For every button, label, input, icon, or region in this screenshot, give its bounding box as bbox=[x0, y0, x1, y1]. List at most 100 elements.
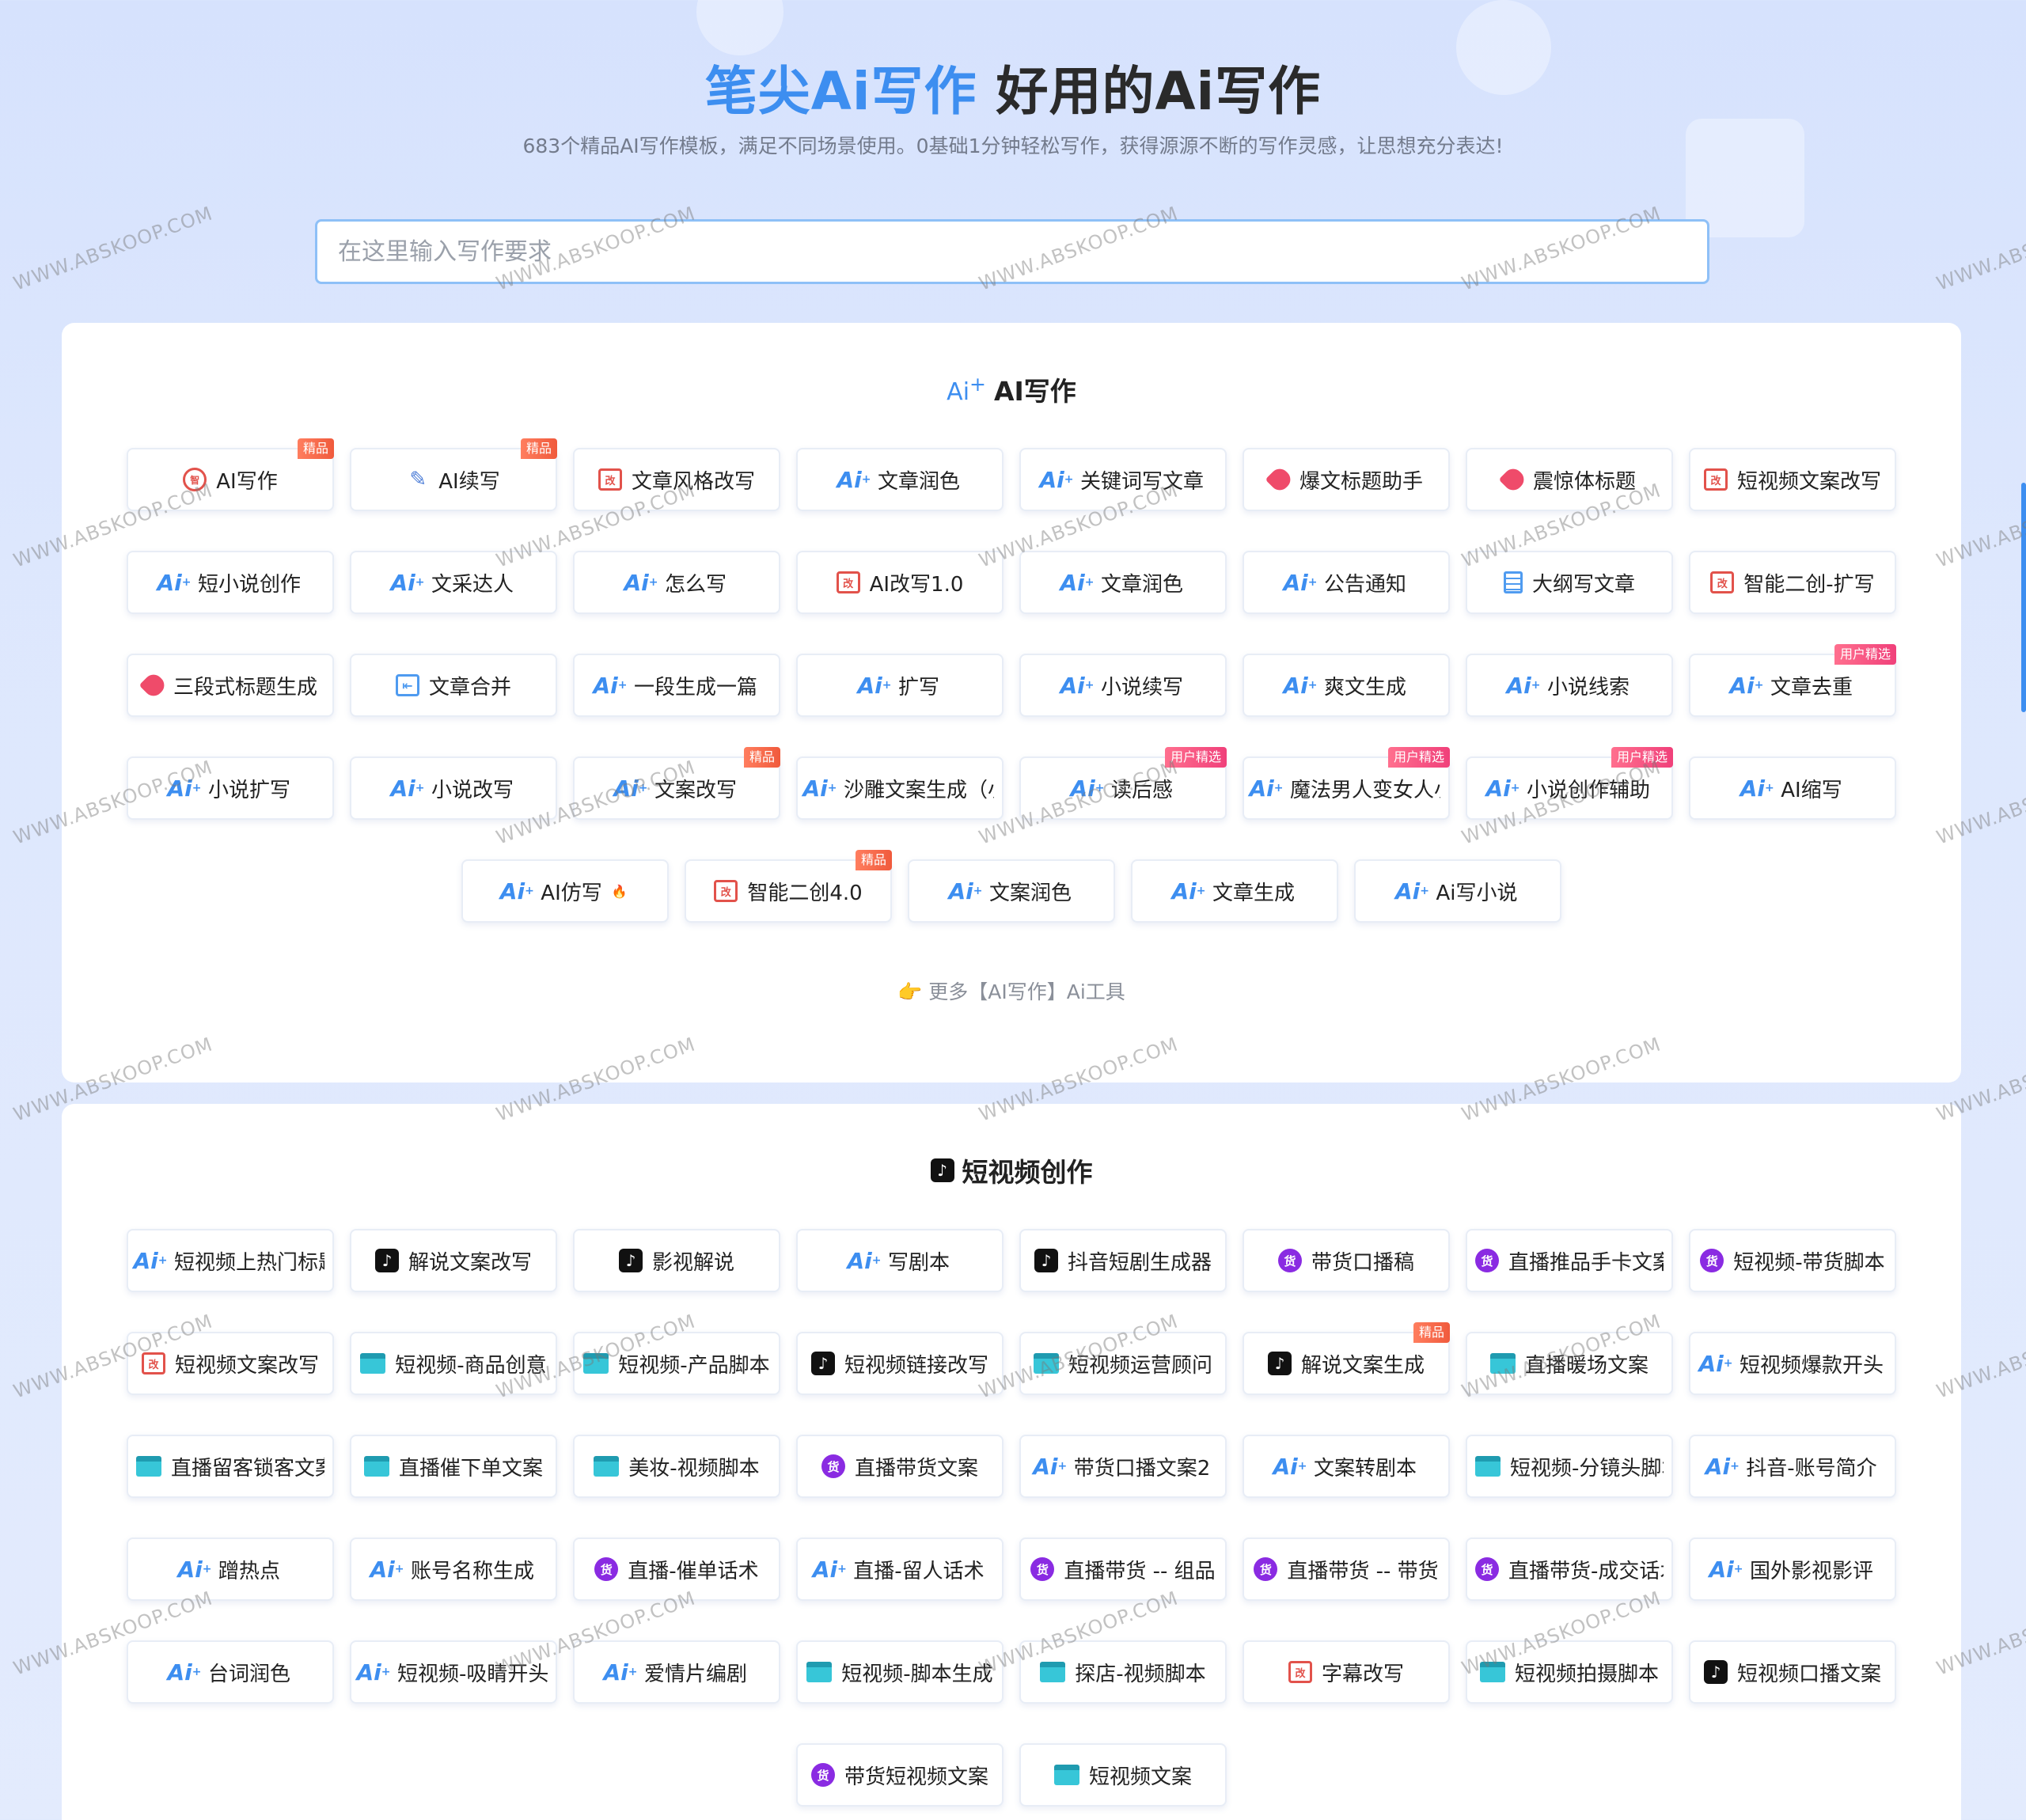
tool-card[interactable]: Ai + 文章去重 用户精选 bbox=[1689, 644, 1896, 717]
tool-card[interactable]: Ai + 文章润色 bbox=[1019, 551, 1227, 614]
ai-icon: Ai+ bbox=[847, 1247, 882, 1274]
tool-label: 带货口播稿 bbox=[1311, 1250, 1414, 1275]
tool-card[interactable]: ♪ 解说文案改写 bbox=[350, 1229, 557, 1292]
tool-card[interactable]: Ai + 怎么写 bbox=[573, 551, 780, 614]
tool-card[interactable]: 短视频拍摄脚本 bbox=[1466, 1640, 1673, 1704]
tool-card[interactable]: 改 AI改写1.0 bbox=[796, 551, 1004, 614]
tool-card[interactable]: ⇤ 文章合并 bbox=[350, 654, 557, 717]
tool-card[interactable]: ✎ AI续写 精品 bbox=[350, 438, 557, 511]
tool-card[interactable]: 短视频-分镜头脚本 bbox=[1466, 1435, 1673, 1498]
tool-card[interactable]: 货带货短视频文案 bbox=[796, 1743, 1004, 1807]
tool-card[interactable]: 直播留客锁客文案 bbox=[127, 1435, 334, 1498]
tool-card[interactable]: Ai + 短视频-吸睛开头 bbox=[350, 1640, 557, 1704]
tool-card[interactable]: Ai + 文案转剧本 bbox=[1243, 1435, 1450, 1498]
tool-card[interactable]: Ai + 带货口播文案2 bbox=[1019, 1435, 1227, 1498]
tool-card[interactable]: Ai + Ai写小说 bbox=[1354, 859, 1561, 923]
tool-card[interactable]: Ai + 直播-留人话术 bbox=[796, 1538, 1004, 1601]
tool-card[interactable]: 改智能二创4.0 精品 bbox=[685, 850, 892, 923]
tool-card[interactable]: Ai + 魔法男人变女人小 用户精选 bbox=[1243, 747, 1450, 820]
tool-label: 解说文案改写 bbox=[408, 1250, 532, 1275]
tool-card[interactable]: Ai + 读后感 用户精选 bbox=[1019, 747, 1227, 820]
ai-icon: Ai+ bbox=[167, 775, 202, 802]
tool-card[interactable]: Ai + 短小说创作 bbox=[127, 551, 334, 614]
tool-card[interactable]: 货短视频-带货脚本 bbox=[1689, 1229, 1896, 1292]
tool-card[interactable]: Ai + AI缩写 bbox=[1689, 756, 1896, 820]
tool-card[interactable]: 改字幕改写 bbox=[1243, 1640, 1450, 1704]
tool-card[interactable]: Ai + 小说续写 bbox=[1019, 654, 1227, 717]
tool-card[interactable]: 美妆-视频脚本 bbox=[573, 1435, 780, 1498]
tool-card[interactable]: Ai + 写剧本 bbox=[796, 1229, 1004, 1292]
tool-card[interactable]: Ai + 台词润色 bbox=[127, 1640, 334, 1704]
ai-icon: Ai+ bbox=[1485, 775, 1520, 802]
scrollbar-thumb[interactable] bbox=[2021, 483, 2026, 712]
tool-card[interactable]: Ai + 文案润色 bbox=[908, 859, 1115, 923]
tool-card[interactable]: Ai + 文章润色 bbox=[796, 448, 1004, 511]
tool-card[interactable]: Ai + 小说扩写 bbox=[127, 756, 334, 820]
tool-card[interactable]: Ai + 账号名称生成 bbox=[350, 1538, 557, 1601]
tool-card[interactable]: Ai + 关键词写文章 bbox=[1019, 448, 1227, 511]
search-input[interactable] bbox=[315, 219, 1709, 284]
tool-card[interactable]: 三段式标题生成 bbox=[127, 654, 334, 717]
tool-label: 魔法男人变女人小 bbox=[1290, 778, 1440, 802]
featured-badge: 精品 bbox=[297, 438, 334, 459]
tool-card[interactable]: 大纲写文章 bbox=[1466, 551, 1673, 614]
tool-card[interactable]: 智 AI写作 精品 bbox=[127, 438, 334, 511]
tool-card[interactable]: 短视频文案 bbox=[1019, 1743, 1227, 1807]
tool-card[interactable]: 直播催下单文案 bbox=[350, 1435, 557, 1498]
tool-card[interactable]: 短视频运营顾问 bbox=[1019, 1332, 1227, 1395]
tool-card[interactable]: 震惊体标题 bbox=[1466, 448, 1673, 511]
tool-card[interactable]: 货直播推品手卡文案 bbox=[1466, 1229, 1673, 1292]
tool-card[interactable]: Ai + 小说创作辅助 用户精选 bbox=[1466, 747, 1673, 820]
tool-card[interactable]: 货直播带货 -- 组品 bbox=[1019, 1538, 1227, 1601]
tool-card[interactable]: ♪ 短视频口播文案 bbox=[1689, 1640, 1896, 1704]
tool-card[interactable]: 改智能二创-扩写 bbox=[1689, 551, 1896, 614]
tool-card[interactable]: Ai + 爱情片编剧 bbox=[573, 1640, 780, 1704]
tool-card[interactable]: Ai + AI仿写 🔥 bbox=[461, 859, 669, 923]
tool-card[interactable]: 货直播带货 -- 带货 bbox=[1243, 1538, 1450, 1601]
tool-card[interactable]: Ai + 沙雕文案生成（小 bbox=[796, 756, 1004, 820]
tool-card[interactable]: ♪ 抖音短剧生成器 bbox=[1019, 1229, 1227, 1292]
tool-card[interactable]: 改短视频文案改写 bbox=[127, 1332, 334, 1395]
ai-icon: Ai+ bbox=[1698, 1350, 1733, 1377]
tool-label: 文案转剧本 bbox=[1313, 1456, 1417, 1481]
tool-card[interactable]: 货直播-催单话术 bbox=[573, 1538, 780, 1601]
tool-card[interactable]: Ai + 公告通知 bbox=[1243, 551, 1450, 614]
tool-card[interactable]: Ai + 短视频爆款开头 bbox=[1689, 1332, 1896, 1395]
tool-card[interactable]: 货直播带货-成交话术 bbox=[1466, 1538, 1673, 1601]
tool-card[interactable]: Ai + 文章生成 bbox=[1131, 859, 1338, 923]
tool-card[interactable]: Ai + 小说改写 bbox=[350, 756, 557, 820]
clapperboard-icon bbox=[1475, 1456, 1501, 1477]
tag-icon bbox=[138, 670, 169, 700]
tool-label: 带货口播文案2 bbox=[1073, 1456, 1211, 1481]
tool-card[interactable]: Ai + 短视频上热门标题 bbox=[127, 1229, 334, 1292]
ai-icon: Ai+ bbox=[1283, 672, 1318, 699]
tool-card[interactable]: Ai + 扩写 bbox=[796, 654, 1004, 717]
pen-icon: ✎ bbox=[409, 468, 427, 491]
tool-card[interactable]: Ai + 蹭热点 bbox=[127, 1538, 334, 1601]
tool-card[interactable]: Ai + 国外影视影评 bbox=[1689, 1538, 1896, 1601]
tool-card[interactable]: ♪ 解说文案生成 精品 bbox=[1243, 1322, 1450, 1395]
tool-card[interactable]: 货直播带货文案 bbox=[796, 1435, 1004, 1498]
tool-card[interactable]: Ai + 抖音-账号简介 bbox=[1689, 1435, 1896, 1498]
tool-card[interactable]: 改文章风格改写 bbox=[573, 448, 780, 511]
tool-card[interactable]: 短视频-脚本生成 bbox=[796, 1640, 1004, 1704]
tool-card[interactable]: 爆文标题助手 bbox=[1243, 448, 1450, 511]
tool-card[interactable]: Ai + 爽文生成 bbox=[1243, 654, 1450, 717]
ai-icon: Ai+ bbox=[948, 878, 983, 904]
tool-card[interactable]: 货带货口播稿 bbox=[1243, 1229, 1450, 1292]
tool-card[interactable]: 改短视频文案改写 bbox=[1689, 448, 1896, 511]
tool-card[interactable]: ♪ 影视解说 bbox=[573, 1229, 780, 1292]
ai-icon: Ai+ bbox=[356, 1659, 391, 1685]
tool-card[interactable]: 短视频-产品脚本 bbox=[573, 1332, 780, 1395]
ai-icon: Ai+ bbox=[1709, 1556, 1743, 1583]
tool-card[interactable]: 探店-视频脚本 bbox=[1019, 1640, 1227, 1704]
tool-card[interactable]: ♪ 短视频链接改写 bbox=[796, 1332, 1004, 1395]
tool-card[interactable]: Ai + 文采达人 bbox=[350, 551, 557, 614]
tool-card[interactable]: Ai + 文案改写 精品 bbox=[573, 747, 780, 820]
tool-card[interactable]: Ai + 小说线索 bbox=[1466, 654, 1673, 717]
tool-card[interactable]: Ai + 一段生成一篇 bbox=[573, 654, 780, 717]
more-tools-link[interactable]: 👉 更多【AI写作】Ai工具 bbox=[62, 976, 1961, 1005]
tool-card[interactable]: 直播暖场文案 bbox=[1466, 1332, 1673, 1395]
tool-card[interactable]: 短视频-商品创意 bbox=[350, 1332, 557, 1395]
clapperboard-icon bbox=[360, 1353, 386, 1374]
